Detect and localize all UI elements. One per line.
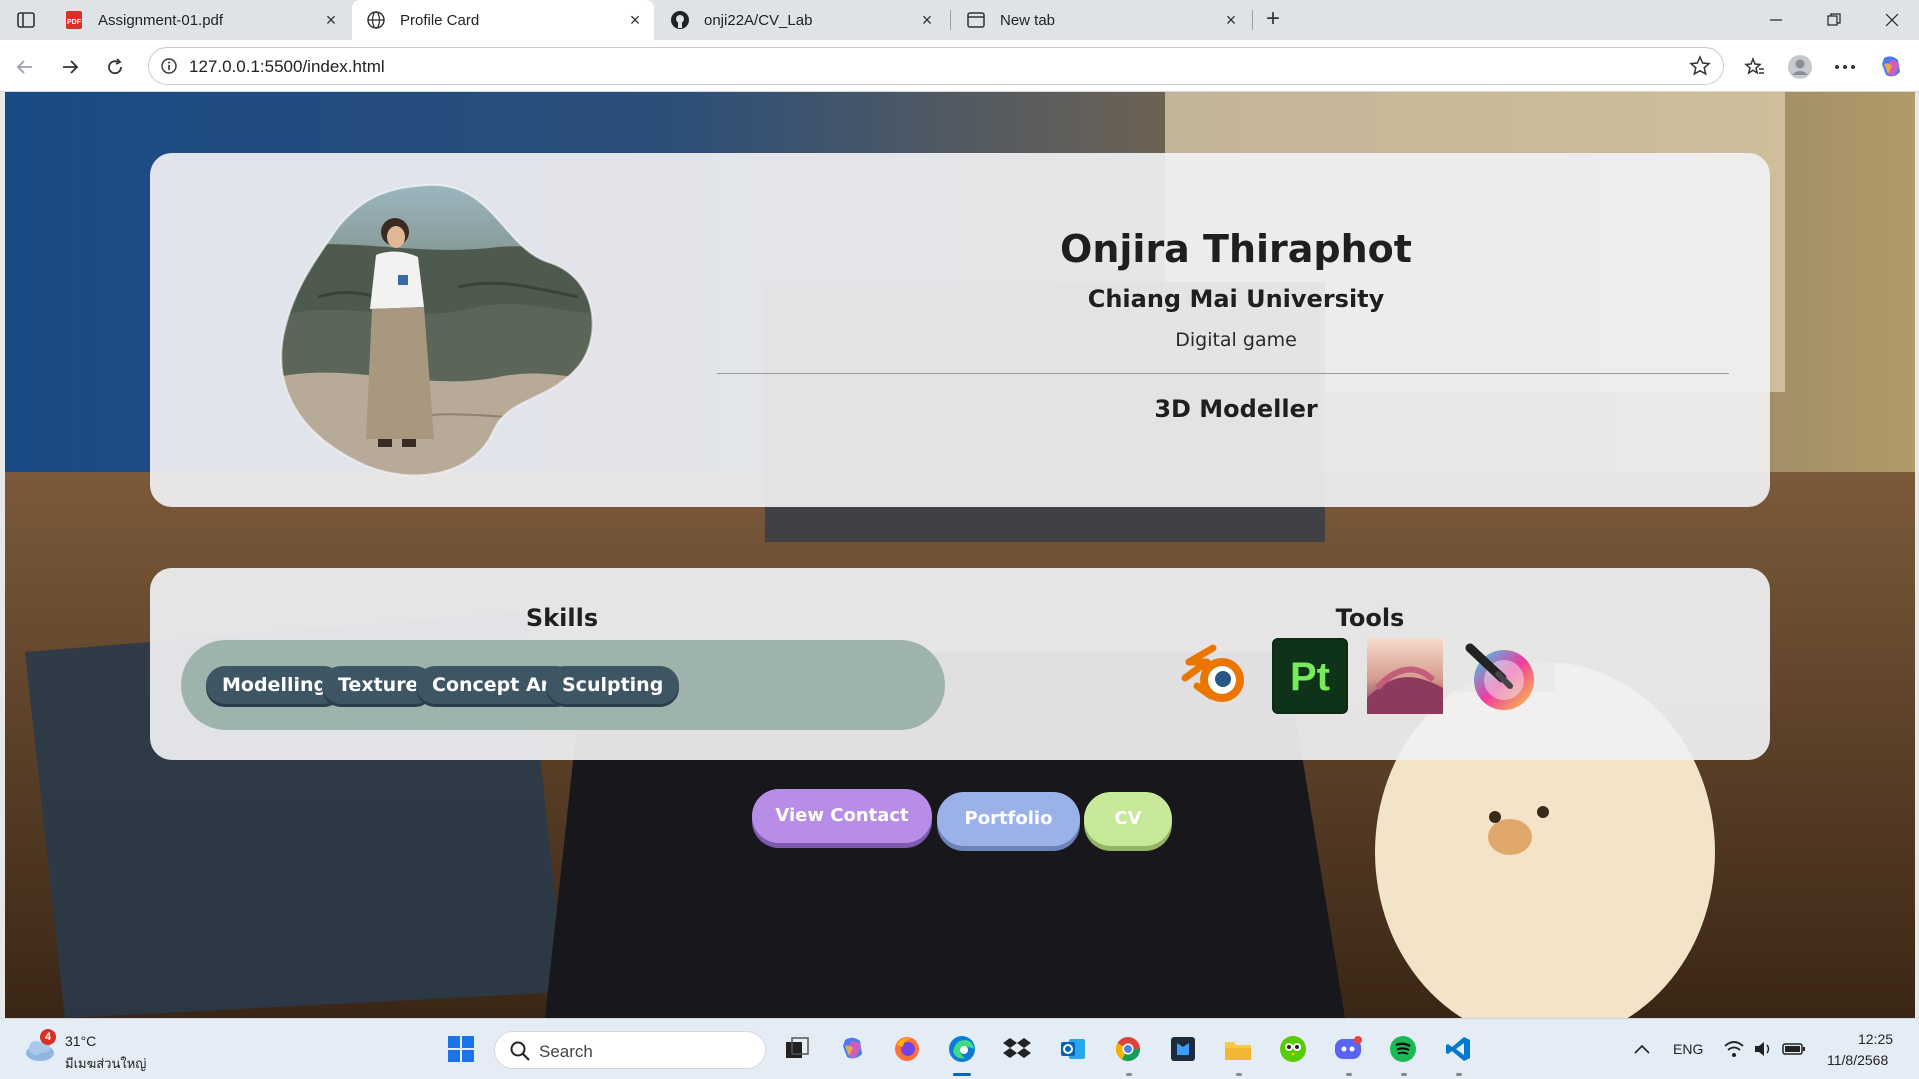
tab-title: New tab [1000, 11, 1056, 29]
svg-text:PDF: PDF [67, 19, 82, 26]
profile-role: 3D Modeller [1154, 395, 1318, 423]
profile-avatar-icon[interactable] [1785, 52, 1815, 82]
page-viewport: Onjira Thiraphot Chiang Mai University D… [5, 92, 1915, 1018]
profile-department: Digital game [1175, 329, 1297, 351]
krita-icon [1465, 643, 1534, 710]
tab-strip: PDF Assignment-01.pdf × Profile Card × o… [0, 0, 1919, 40]
chrome-icon[interactable] [1112, 1033, 1144, 1065]
battery-icon[interactable] [1778, 1033, 1810, 1065]
windows-start-icon[interactable] [445, 1033, 477, 1065]
cv-button[interactable]: CV [1084, 792, 1172, 846]
vscode-icon[interactable] [1442, 1033, 1474, 1065]
portfolio-button[interactable]: Portfolio [937, 792, 1080, 846]
copilot-taskbar-icon[interactable] [837, 1033, 869, 1065]
running-indicator [1236, 1073, 1242, 1076]
close-icon[interactable]: × [626, 11, 644, 29]
volume-icon[interactable] [1748, 1033, 1780, 1065]
substance-designer-icon [1367, 638, 1443, 714]
newtab-icon [966, 10, 986, 30]
profile-card: Onjira Thiraphot Chiang Mai University D… [150, 153, 1770, 507]
weather-condition[interactable]: มีเมฆส่วนใหญ่ [65, 1053, 146, 1074]
duolingo-icon[interactable] [1277, 1033, 1309, 1065]
more-menu-icon[interactable] [1830, 52, 1860, 82]
weather-alert-badge: 4 [40, 1029, 56, 1045]
running-indicator [1126, 1073, 1132, 1076]
clock-time[interactable]: 12:25 [1858, 1031, 1893, 1047]
tools-heading: Tools [1335, 604, 1405, 632]
clock-date[interactable]: 11/8/2568 [1827, 1052, 1888, 1068]
favorite-star-icon[interactable] [1689, 55, 1711, 77]
running-indicator [1456, 1073, 1462, 1076]
skills-tools-card: Skills Modelling Texture Concept Art Scu… [150, 568, 1770, 760]
input-language[interactable]: ENG [1673, 1041, 1703, 1057]
outlook-icon[interactable] [1057, 1033, 1089, 1065]
app-window-icon[interactable] [1167, 1033, 1199, 1065]
running-indicator [1346, 1073, 1352, 1076]
restore-icon[interactable] [1822, 8, 1846, 32]
skill-chip: Sculpting [546, 666, 680, 704]
globe-icon [366, 10, 386, 30]
site-info-icon[interactable] [159, 56, 179, 76]
github-icon [670, 10, 690, 30]
weather-temperature[interactable]: 31°C [65, 1033, 96, 1049]
tab-new-tab[interactable]: New tab × [952, 0, 1250, 40]
tab-github[interactable]: onji22A/CV_Lab × [656, 0, 946, 40]
running-indicator [1401, 1073, 1407, 1076]
profile-name: Onjira Thiraphot [1060, 227, 1412, 271]
close-icon[interactable]: × [918, 11, 936, 29]
tab-profile-card[interactable]: Profile Card × [352, 0, 654, 40]
pdf-icon: PDF [64, 10, 84, 30]
close-icon[interactable]: × [322, 11, 340, 29]
minimize-icon[interactable] [1764, 8, 1788, 32]
sidebar-toggle-icon[interactable] [10, 6, 42, 34]
tab-title: Profile Card [400, 11, 480, 29]
skills-container: Modelling Texture Concept Art Sculpting [181, 640, 945, 730]
profile-university: Chiang Mai University [1087, 285, 1385, 313]
address-bar[interactable]: 127.0.0.1:5500/index.html [148, 47, 1724, 85]
search-icon [510, 1041, 530, 1061]
discord-icon[interactable] [1332, 1033, 1364, 1065]
refresh-icon[interactable] [100, 52, 130, 82]
dropbox-icon[interactable] [1001, 1033, 1033, 1065]
profile-divider [717, 373, 1729, 374]
forward-icon[interactable] [55, 52, 85, 82]
show-hidden-icons-icon[interactable] [1626, 1033, 1658, 1065]
new-tab-plus-icon[interactable]: + [1258, 6, 1288, 34]
taskbar-search[interactable]: Search [494, 1031, 766, 1069]
firefox-icon[interactable] [891, 1033, 923, 1065]
active-app-indicator [953, 1073, 971, 1076]
browser-toolbar: 127.0.0.1:5500/index.html [0, 40, 1919, 92]
file-explorer-icon[interactable] [1222, 1033, 1254, 1065]
view-contact-button[interactable]: View Contact [752, 789, 932, 843]
skills-heading: Skills [525, 604, 599, 632]
back-icon[interactable] [10, 52, 40, 82]
copilot-icon[interactable] [1876, 52, 1906, 82]
blender-icon [1181, 644, 1244, 702]
tab-separator [950, 10, 951, 30]
profile-photo-blob [280, 183, 594, 477]
task-view-icon[interactable] [781, 1033, 813, 1065]
edge-icon[interactable] [946, 1033, 978, 1065]
tab-assignment-pdf[interactable]: PDF Assignment-01.pdf × [50, 0, 350, 40]
spotify-icon[interactable] [1387, 1033, 1419, 1065]
wifi-icon[interactable] [1718, 1033, 1750, 1065]
favorites-icon[interactable] [1740, 52, 1770, 82]
tab-title: Assignment-01.pdf [98, 11, 224, 29]
svg-text:Pt: Pt [1290, 655, 1330, 699]
close-icon[interactable]: × [1222, 11, 1240, 29]
substance-painter-icon: Pt [1272, 638, 1348, 714]
url-text[interactable]: 127.0.0.1:5500/index.html [189, 57, 385, 77]
tab-title: onji22A/CV_Lab [704, 11, 813, 29]
close-window-icon[interactable] [1880, 8, 1904, 32]
windows-taskbar: 4 31°C มีเมฆส่วนใหญ่ Search ENG 12:25 11… [0, 1018, 1919, 1079]
search-placeholder: Search [539, 1042, 593, 1061]
tab-separator [1252, 10, 1253, 30]
